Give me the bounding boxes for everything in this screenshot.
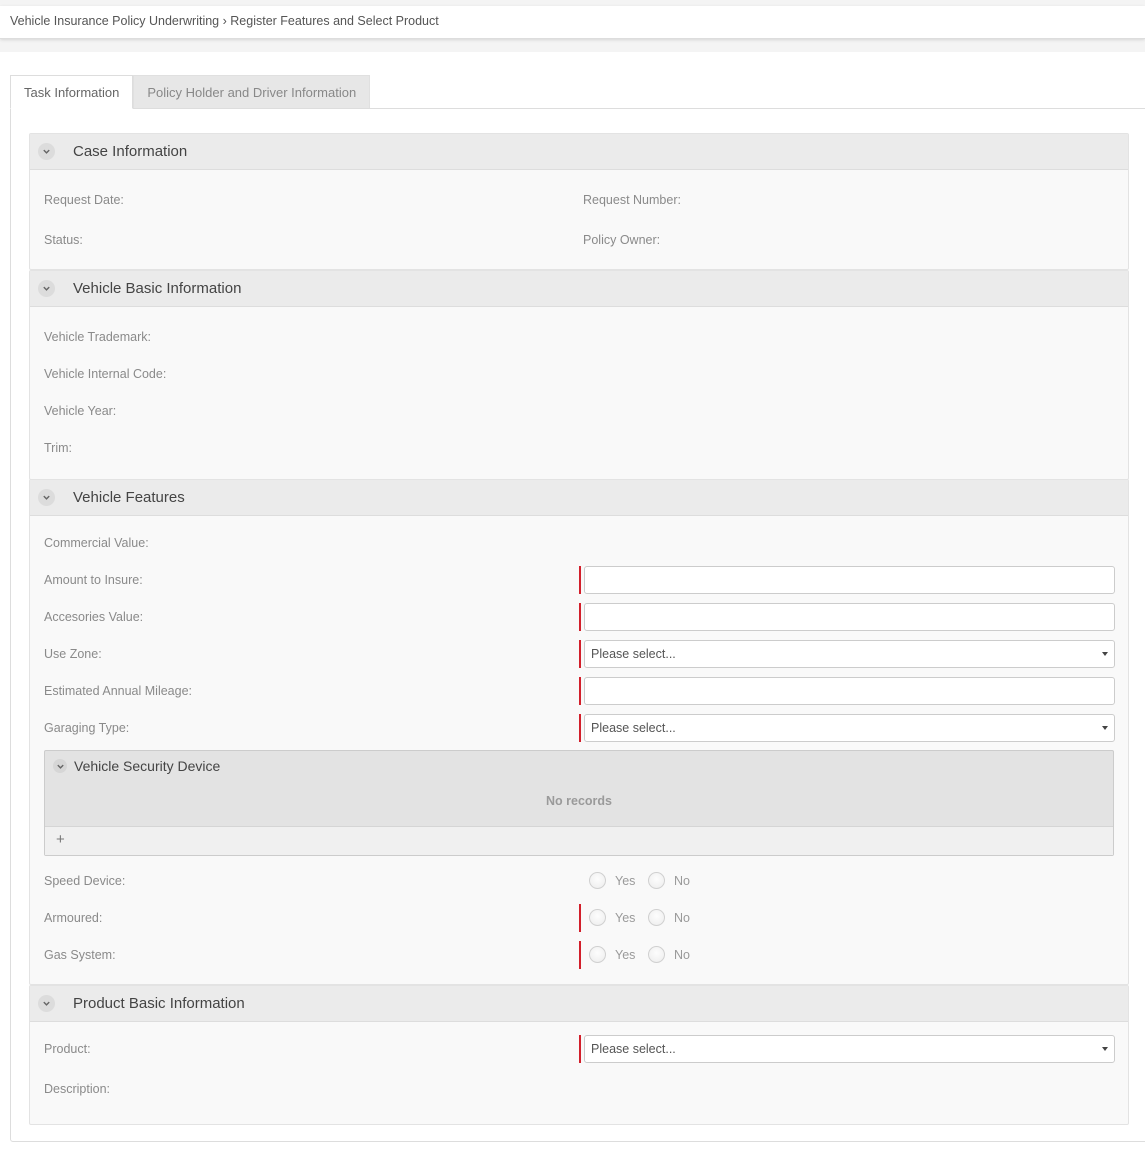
accessories-value-field <box>579 603 1115 631</box>
subgrid-footer: + <box>45 826 1113 855</box>
annual-mileage-input[interactable] <box>584 677 1115 705</box>
product-basic-header[interactable]: Product Basic Information <box>30 986 1128 1022</box>
chevron-down-icon[interactable] <box>38 280 55 297</box>
required-marker <box>579 640 581 668</box>
annual-mileage-field <box>579 677 1115 705</box>
required-marker <box>579 714 581 742</box>
case-information-section: Case Information Request Date: Request N… <box>29 133 1129 270</box>
armoured-radios: Yes No <box>579 904 779 932</box>
vehicle-internal-code-label: Vehicle Internal Code: <box>44 367 167 381</box>
chevron-down-icon[interactable] <box>38 143 55 160</box>
speed-device-no[interactable]: No <box>648 872 690 889</box>
radio-label: Yes <box>615 947 636 962</box>
use-zone-label: Use Zone: <box>44 647 102 661</box>
commercial-value-label: Commercial Value: <box>44 536 149 550</box>
chevron-down-icon[interactable] <box>53 759 67 773</box>
radio-button[interactable] <box>589 909 606 926</box>
gas-system-no[interactable]: No <box>648 946 690 963</box>
request-number-label: Request Number: <box>583 193 681 207</box>
radio-label: Yes <box>615 873 636 888</box>
policy-owner-label: Policy Owner: <box>583 233 661 247</box>
use-zone-field: Please select... <box>579 640 1115 668</box>
vehicle-features-header[interactable]: Vehicle Features <box>30 480 1128 516</box>
required-marker <box>579 566 581 594</box>
garaging-type-label: Garaging Type: <box>44 721 130 735</box>
speed-device-label: Speed Device: <box>44 874 126 888</box>
radio-button[interactable] <box>648 909 665 926</box>
amount-to-insure-input[interactable] <box>584 566 1115 594</box>
no-records-text: No records <box>546 794 612 808</box>
section-title: Vehicle Features <box>73 489 185 506</box>
add-icon[interactable]: + <box>56 831 65 848</box>
breadcrumb-parent[interactable]: Vehicle Insurance Policy Underwriting <box>10 14 219 28</box>
required-marker <box>579 904 581 932</box>
radio-button[interactable] <box>648 872 665 889</box>
armoured-yes[interactable]: Yes <box>589 909 635 926</box>
tab-panel: Case Information Request Date: Request N… <box>10 108 1145 1142</box>
vehicle-features-section: Vehicle Features Commercial Value: Amoun… <box>29 479 1129 985</box>
speed-device-yes[interactable]: Yes <box>589 872 635 889</box>
radio-label: Yes <box>615 910 636 925</box>
amount-to-insure-label: Amount to Insure: <box>44 573 143 587</box>
radio-button[interactable] <box>648 946 665 963</box>
caret-down-icon <box>1102 1047 1108 1051</box>
armoured-no[interactable]: No <box>648 909 690 926</box>
caret-down-icon <box>1102 652 1108 656</box>
required-marker <box>579 677 581 705</box>
radio-button[interactable] <box>589 872 606 889</box>
speed-device-radios: Yes No <box>579 867 779 895</box>
product-basic-section: Product Basic Information Product: Pleas… <box>29 985 1129 1125</box>
description-label: Description: <box>44 1082 110 1096</box>
section-title: Vehicle Basic Information <box>73 280 242 297</box>
required-marker <box>579 941 581 969</box>
tab-policy-holder-driver[interactable]: Policy Holder and Driver Information <box>133 75 371 109</box>
vehicle-year-label: Vehicle Year: <box>44 404 117 418</box>
breadcrumb: Vehicle Insurance Policy Underwriting › … <box>0 6 1145 39</box>
gas-system-radios: Yes No <box>579 941 779 969</box>
radio-label: No <box>674 873 690 888</box>
breadcrumb-separator: › <box>222 14 227 28</box>
vehicle-security-device-grid: Vehicle Security Device No records + <box>44 750 1114 856</box>
product-select[interactable]: Please select... <box>584 1035 1115 1063</box>
product-selected: Please select... <box>591 1042 676 1056</box>
section-title: Product Basic Information <box>73 995 245 1012</box>
armoured-label: Armoured: <box>44 911 103 925</box>
status-label: Status: <box>44 233 83 247</box>
required-marker <box>579 603 581 631</box>
tab-bar: Task Information Policy Holder and Drive… <box>10 75 371 109</box>
vehicle-security-device-header[interactable]: Vehicle Security Device <box>45 751 1113 781</box>
gas-system-yes[interactable]: Yes <box>589 946 635 963</box>
case-information-header[interactable]: Case Information <box>30 134 1128 170</box>
garaging-type-select[interactable]: Please select... <box>584 714 1115 742</box>
product-label: Product: <box>44 1042 91 1056</box>
annual-mileage-label: Estimated Annual Mileage: <box>44 684 193 698</box>
section-title: Case Information <box>73 143 188 160</box>
chevron-down-icon[interactable] <box>38 995 55 1012</box>
request-date-label: Request Date: <box>44 193 124 207</box>
use-zone-select[interactable]: Please select... <box>584 640 1115 668</box>
gas-system-label: Gas System: <box>44 948 116 962</box>
accessories-value-label: Accesories Value: <box>44 610 144 624</box>
breadcrumb-current: Register Features and Select Product <box>230 14 439 28</box>
tab-task-information[interactable]: Task Information <box>10 75 134 109</box>
vehicle-basic-section: Vehicle Basic Information Vehicle Tradem… <box>29 270 1129 480</box>
chevron-down-icon[interactable] <box>38 489 55 506</box>
caret-down-icon <box>1102 726 1108 730</box>
subgrid-title: Vehicle Security Device <box>74 758 221 774</box>
accessories-value-input[interactable] <box>584 603 1115 631</box>
garaging-type-selected: Please select... <box>591 721 676 735</box>
product-field: Please select... <box>579 1035 1115 1063</box>
radio-label: No <box>674 947 690 962</box>
amount-to-insure-field <box>579 566 1115 594</box>
use-zone-selected: Please select... <box>591 647 676 661</box>
trim-label: Trim: <box>44 441 72 455</box>
radio-label: No <box>674 910 690 925</box>
garaging-type-field: Please select... <box>579 714 1115 742</box>
required-marker <box>579 1035 581 1063</box>
vehicle-basic-header[interactable]: Vehicle Basic Information <box>30 271 1128 307</box>
radio-button[interactable] <box>589 946 606 963</box>
vehicle-trademark-label: Vehicle Trademark: <box>44 330 151 344</box>
